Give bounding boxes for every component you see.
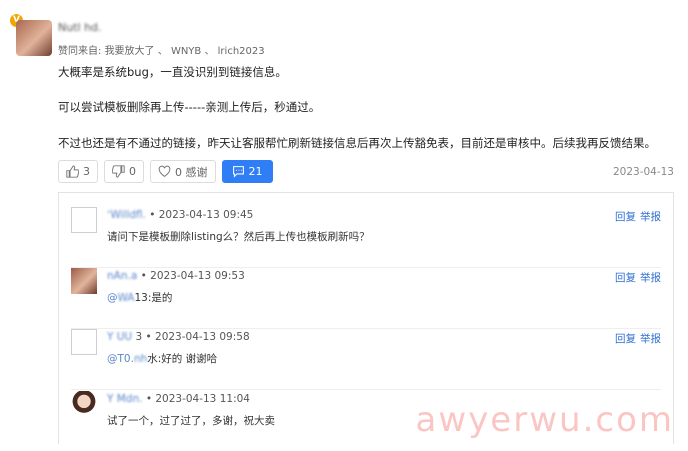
praise-name[interactable]: lrich2023 bbox=[218, 46, 265, 57]
reply-actions: 回复 举报 bbox=[615, 209, 661, 224]
reply-username[interactable]: Y UU bbox=[107, 331, 132, 343]
reply-timestamp: • 2023-04-13 11:04 bbox=[145, 393, 250, 405]
mention-at[interactable]: @ bbox=[107, 292, 118, 304]
praise-prefix: 赞同来自: bbox=[58, 46, 102, 57]
comment-icon bbox=[232, 166, 244, 178]
comment-count: 21 bbox=[248, 165, 263, 178]
thumbs-down-icon bbox=[112, 165, 125, 178]
dislike-count: 0 bbox=[129, 165, 136, 178]
reply-avatar[interactable] bbox=[71, 391, 97, 417]
reply-body: 试了一个，过了过了，多谢，祝大卖 bbox=[107, 415, 275, 427]
reply-text: 请问下是模板删除listing么？然后再上传也模板刷新吗？ bbox=[107, 229, 370, 244]
reply-timestamp: • 2023-04-13 09:53 bbox=[140, 270, 245, 282]
report-link[interactable]: 举报 bbox=[640, 209, 661, 224]
like-button[interactable]: 3 bbox=[58, 160, 98, 183]
reply-header: Y Mdn. • 2023-04-13 11:04 bbox=[107, 393, 250, 405]
report-link[interactable]: 举报 bbox=[640, 270, 661, 285]
reply-link[interactable]: 回复 bbox=[615, 270, 636, 285]
reply-timestamp: 3 • 2023-04-13 09:58 bbox=[135, 331, 250, 343]
post-text-line: 不过也还是有不通过的链接，昨天让客服帮忙刷新链接信息后再次上传豁免表，目前还是审… bbox=[58, 136, 656, 150]
like-count: 3 bbox=[83, 165, 90, 178]
mention-name[interactable]: WA bbox=[118, 292, 135, 304]
praise-separator: 、 bbox=[204, 46, 215, 57]
dislike-button[interactable]: 0 bbox=[104, 160, 144, 183]
reply-avatar[interactable] bbox=[71, 268, 97, 294]
praise-separator: 、 bbox=[157, 46, 168, 57]
reply-username[interactable]: ʻWilldfl. bbox=[107, 209, 146, 221]
reply-body: 水:好的 谢谢哈 bbox=[147, 353, 218, 365]
praise-name[interactable]: WNYB bbox=[171, 46, 201, 57]
praise-line: 赞同来自: 我要放大了 、 WNYB 、 lrich2023 bbox=[58, 42, 265, 57]
reply-username[interactable]: nAn.a bbox=[107, 270, 137, 282]
reply-actions: 回复 举报 bbox=[615, 331, 661, 346]
watermark: awyerwu.com bbox=[415, 400, 674, 440]
reply-text: @WA13:是的 bbox=[107, 290, 172, 305]
reply-link[interactable]: 回复 bbox=[615, 209, 636, 224]
reply-avatar[interactable] bbox=[71, 207, 97, 233]
reply-username[interactable]: Y Mdn. bbox=[107, 393, 142, 405]
reply-item: nAn.a • 2023-04-13 09:53 @WA13:是的 回复 举报 bbox=[71, 268, 661, 329]
reply-body: 13:是的 bbox=[134, 292, 173, 304]
thanks-label: 0 感谢 bbox=[175, 165, 208, 179]
reply-text: 试了一个，过了过了，多谢，祝大卖 bbox=[107, 413, 275, 428]
reply-item: ʻWilldfl. • 2023-04-13 09:45 请问下是模板删除lis… bbox=[71, 207, 661, 268]
heart-icon bbox=[158, 165, 171, 177]
reply-body: 请问下是模板删除listing么？然后再上传也模板刷新吗？ bbox=[107, 231, 370, 243]
praise-names: 我要放大了 、 WNYB 、 lrich2023 bbox=[105, 46, 265, 57]
post-text-line: 大概率是系统bug，一直没识别到链接信息。 bbox=[58, 65, 287, 79]
reply-header: ʻWilldfl. • 2023-04-13 09:45 bbox=[107, 209, 253, 221]
post-text-line: 可以尝试模板删除再上传-----亲测上传后，秒通过。 bbox=[58, 100, 321, 114]
praise-name[interactable]: 我要放大了 bbox=[105, 46, 155, 57]
thumbs-up-icon bbox=[66, 165, 79, 178]
reply-text: @T0.nh水:好的 谢谢哈 bbox=[107, 351, 217, 366]
reply-link[interactable]: 回复 bbox=[615, 331, 636, 346]
author-avatar[interactable] bbox=[16, 20, 52, 56]
mention-name[interactable]: nh bbox=[134, 353, 147, 365]
author-username[interactable]: Nutl hd. bbox=[58, 21, 102, 34]
thanks-button[interactable]: 0 感谢 bbox=[150, 160, 216, 183]
reply-actions: 回复 举报 bbox=[615, 270, 661, 285]
comments-button[interactable]: 21 bbox=[221, 160, 273, 183]
post-date: 2023-04-13 bbox=[612, 166, 674, 178]
reply-timestamp: • 2023-04-13 09:45 bbox=[149, 209, 254, 221]
reply-header: nAn.a • 2023-04-13 09:53 bbox=[107, 270, 245, 282]
report-link[interactable]: 举报 bbox=[640, 331, 661, 346]
mention-at[interactable]: @T0. bbox=[107, 353, 134, 365]
post-actions: 3 0 0 感谢 21 bbox=[58, 160, 273, 183]
reply-header: Y UU 3 • 2023-04-13 09:58 bbox=[107, 331, 250, 343]
reply-item: Y UU 3 • 2023-04-13 09:58 @T0.nh水:好的 谢谢哈… bbox=[71, 329, 661, 390]
reply-avatar[interactable] bbox=[71, 329, 97, 355]
